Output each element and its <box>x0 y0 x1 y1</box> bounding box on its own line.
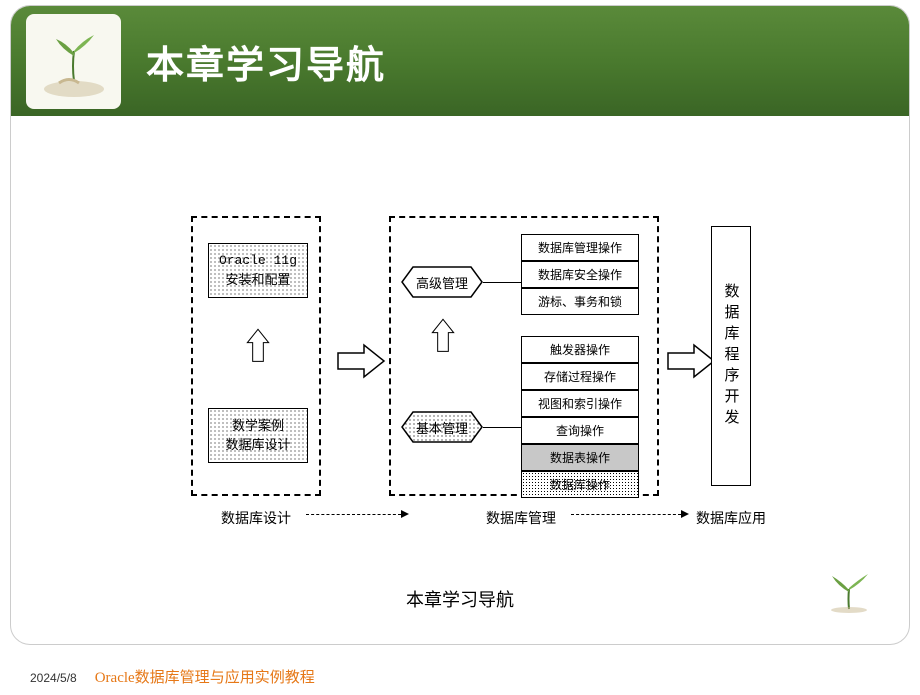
hex-advanced-label: 高级管理 <box>401 266 483 298</box>
slide: 本章学习导航 Oracle 11g 安装和配置 数学案例 数据库设计 <box>10 5 910 645</box>
dash-arrow <box>571 514 681 515</box>
oracle-line1: Oracle 11g <box>219 252 297 270</box>
seedling-icon <box>34 21 114 101</box>
stack-cell: 数据库管理操作 <box>521 234 639 261</box>
arrow-up-icon <box>423 318 463 358</box>
col-database-design: Oracle 11g 安装和配置 数学案例 数据库设计 <box>191 216 321 496</box>
stack-cell: 查询操作 <box>521 417 639 444</box>
stack-cell: 视图和索引操作 <box>521 390 639 417</box>
slide-header: 本章学习导航 <box>11 6 909 116</box>
oracle-install-box: Oracle 11g 安装和配置 <box>208 243 308 298</box>
diagram: Oracle 11g 安装和配置 数学案例 数据库设计 高级管理 <box>191 196 791 516</box>
stack-cell: 游标、事务和锁 <box>521 288 639 315</box>
plant-illustration <box>26 14 121 109</box>
hex-basic: 基本管理 <box>401 411 483 443</box>
stack-cell-highlighted: 数据表操作 <box>521 444 639 471</box>
diagram-caption: 本章学习导航 <box>11 586 909 612</box>
hex-advanced: 高级管理 <box>401 266 483 298</box>
case-line2: 数据库设计 <box>225 436 290 454</box>
connector-line <box>483 427 521 428</box>
col-database-app: 数据库程序开发 <box>711 226 751 486</box>
stack-cell: 数据库操作 <box>521 471 639 498</box>
arrow-right-icon <box>336 341 386 381</box>
stack-cell: 存储过程操作 <box>521 363 639 390</box>
arrow-up-icon <box>238 328 278 368</box>
case-design-box: 数学案例 数据库设计 <box>208 408 308 463</box>
slide-footer: 2024/5/8 Oracle数据库管理与应用实例教程 <box>30 666 315 687</box>
footer-title: Oracle数据库管理与应用实例教程 <box>95 666 315 687</box>
label-db-manage: 数据库管理 <box>486 508 556 528</box>
hex-basic-label: 基本管理 <box>401 411 483 443</box>
label-db-app: 数据库应用 <box>696 508 766 528</box>
connector-line <box>483 282 521 283</box>
page-title: 本章学习导航 <box>146 34 386 89</box>
dash-arrow <box>306 514 401 515</box>
app-dev-text: 数据库程序开发 <box>721 283 742 430</box>
sprout-icon <box>814 564 884 614</box>
stack-cell: 触发器操作 <box>521 336 639 363</box>
case-line1: 数学案例 <box>232 417 284 435</box>
footer-date: 2024/5/8 <box>30 671 77 685</box>
sprout-decoration <box>814 564 884 614</box>
basic-ops-stack: 触发器操作 存储过程操作 视图和索引操作 查询操作 数据表操作 数据库操作 <box>521 336 639 498</box>
label-db-design: 数据库设计 <box>221 508 291 528</box>
stack-cell: 数据库安全操作 <box>521 261 639 288</box>
oracle-line2: 安装和配置 <box>225 271 290 289</box>
advanced-ops-stack: 数据库管理操作 数据库安全操作 游标、事务和锁 <box>521 234 639 315</box>
arrow-right-icon <box>666 341 716 381</box>
